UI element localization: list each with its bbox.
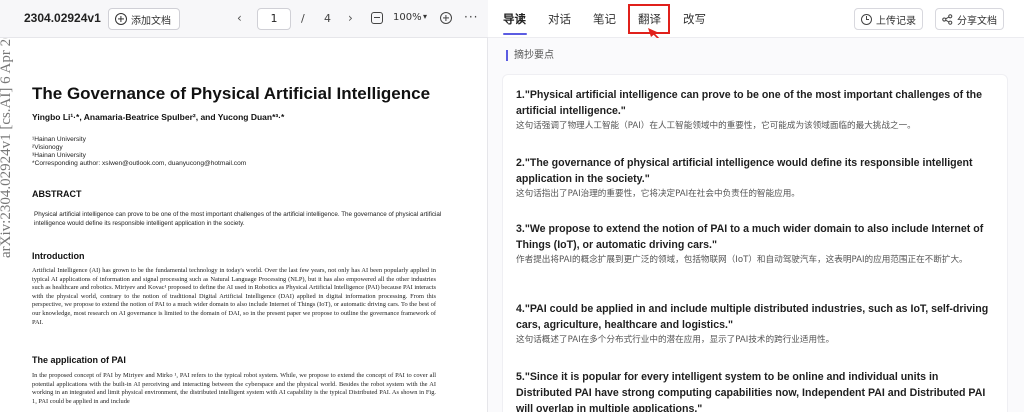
summary-item-quote: 4."PAI could be applied in and include m… bbox=[516, 303, 989, 331]
application-heading: The application of PAI bbox=[32, 355, 126, 365]
summary-item-explanation: 这句话指出了PAI治理的重要性，它将决定PAI在社会中负责任的智能应用。 bbox=[516, 189, 800, 199]
tab-notes[interactable]: 笔记 bbox=[593, 11, 616, 27]
paper-title: The Governance of Physical Artificial In… bbox=[32, 84, 431, 103]
plus-circle-icon bbox=[115, 13, 127, 25]
summary-item-explanation: 这句话概述了PAI在多个分布式行业中的潜在应用，显示了PAI技术的跨行业适用性。 bbox=[516, 335, 835, 345]
chevron-down-icon[interactable]: ▾ bbox=[423, 12, 427, 21]
zoom-in-icon[interactable] bbox=[440, 12, 452, 24]
intro-heading: Introduction bbox=[32, 251, 85, 261]
guide-panel[interactable]: 摘抄要点 1."Physical artificial intelligence… bbox=[488, 38, 1024, 412]
section-label: 摘抄要点 bbox=[506, 50, 554, 61]
abstract-heading: ABSTRACT bbox=[32, 189, 82, 199]
abstract-text: Physical artificial intelligence can pro… bbox=[34, 211, 442, 227]
intro-text: Artificial Intelligence (AI) has grown t… bbox=[32, 267, 436, 326]
summary-item[interactable]: 3."We propose to extend the notion of PA… bbox=[516, 221, 996, 267]
affiliation: ³Hainan University bbox=[32, 152, 86, 159]
summary-item-quote: 3."We propose to extend the notion of PA… bbox=[516, 223, 984, 251]
share-document-button[interactable]: 分享文档 bbox=[935, 8, 1004, 30]
summary-item-explanation: 这句话强调了物理人工智能（PAI）在人工智能领域中的重要性，它可能成为该领域面临… bbox=[516, 121, 916, 131]
page-separator: / bbox=[301, 12, 305, 25]
summary-item[interactable]: 2."The governance of physical artificial… bbox=[516, 155, 996, 201]
affiliation: ²Visionogy bbox=[32, 144, 63, 151]
assistant-header: 导读 对话 笔记 翻译 改写 上传记录 分享文档 bbox=[488, 0, 1024, 46]
affiliation: ¹Hainan University bbox=[32, 136, 86, 143]
pdf-toolbar: 2304.02924v1 添加文档 ‹ 1 / 4 › 100% ▾ ··· bbox=[0, 0, 488, 38]
tab-chat[interactable]: 对话 bbox=[548, 11, 571, 27]
chevron-left-icon[interactable]: ‹ bbox=[237, 11, 242, 25]
share-document-label: 分享文档 bbox=[957, 15, 997, 27]
arxiv-side-label: arXiv:2304.02924v1 [cs.AI] 6 Apr 2023 bbox=[0, 38, 14, 258]
page-number-input[interactable]: 1 bbox=[257, 8, 291, 30]
more-options-icon[interactable]: ··· bbox=[464, 10, 478, 24]
add-document-button[interactable]: 添加文档 bbox=[108, 8, 180, 30]
summary-card: 1."Physical artificial intelligence can … bbox=[502, 74, 1008, 412]
page-total: 4 bbox=[324, 12, 331, 25]
pdf-viewer[interactable]: arXiv:2304.02924v1 [cs.AI] 6 Apr 2023 Th… bbox=[0, 38, 488, 412]
share-icon bbox=[942, 13, 953, 25]
active-tab-indicator bbox=[503, 33, 527, 35]
application-text: In the proposed concept of PAI by Miriye… bbox=[32, 372, 436, 405]
corresponding-author: *Corresponding author: xslwen@outlook.co… bbox=[32, 160, 247, 167]
upload-record-label: 上传记录 bbox=[876, 15, 916, 27]
upload-record-button[interactable]: 上传记录 bbox=[854, 8, 923, 30]
zoom-level[interactable]: 100% bbox=[393, 12, 422, 23]
summary-item-quote: 1."Physical artificial intelligence can … bbox=[516, 89, 982, 117]
summary-item-quote: 2."The governance of physical artificial… bbox=[516, 157, 973, 185]
document-id: 2304.02924v1 bbox=[24, 11, 101, 25]
summary-item-quote: 5."Since it is popular for every intelli… bbox=[516, 371, 986, 412]
summary-item[interactable]: 4."PAI could be applied in and include m… bbox=[516, 301, 996, 347]
summary-item[interactable]: 1."Physical artificial intelligence can … bbox=[516, 87, 996, 133]
tab-guide[interactable]: 导读 bbox=[503, 11, 526, 27]
paper-authors: Yingbo Li¹·*, Anamaria-Beatrice Spulber²… bbox=[32, 112, 285, 122]
zoom-out-icon[interactable] bbox=[371, 12, 383, 24]
summary-item-explanation: 作者提出将PAI的概念扩展到更广泛的领域，包括物联网（IoT）和自动驾驶汽车，这… bbox=[516, 255, 968, 265]
add-document-label: 添加文档 bbox=[131, 15, 171, 27]
tab-rewrite[interactable]: 改写 bbox=[683, 11, 706, 27]
chevron-right-icon[interactable]: › bbox=[348, 11, 353, 25]
app-window: 2304.02924v1 添加文档 ‹ 1 / 4 › 100% ▾ ··· a… bbox=[0, 0, 1024, 412]
clock-icon bbox=[861, 13, 872, 25]
summary-item[interactable]: 5."Since it is popular for every intelli… bbox=[516, 369, 996, 412]
